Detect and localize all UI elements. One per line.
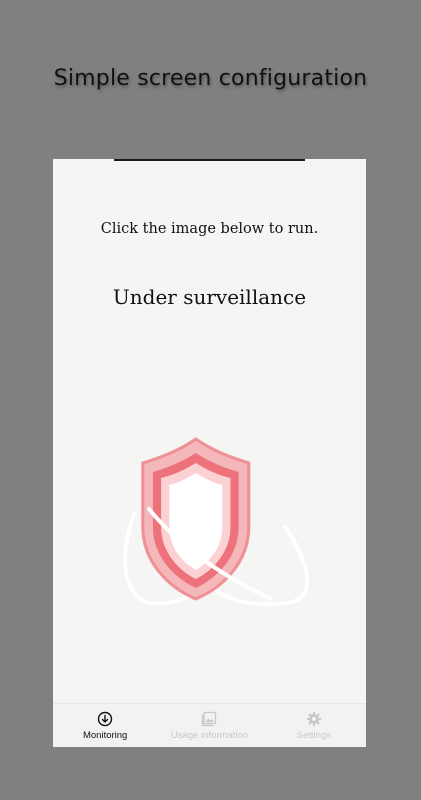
gear-icon [305, 710, 323, 728]
nav-item-usage-information[interactable]: Usage information [157, 704, 261, 747]
nav-label-usage-information: Usage information [170, 730, 249, 741]
nav-label-settings: Settings [296, 730, 331, 741]
app-screen: Click the image below to run. Under surv… [53, 159, 366, 747]
image-icon [200, 710, 218, 728]
download-circle-icon [96, 710, 114, 728]
nav-item-monitoring[interactable]: Monitoring [53, 704, 157, 747]
nav-item-settings[interactable]: Settings [262, 704, 366, 747]
bottom-navigation: Monitoring Usage information Settings [53, 703, 366, 747]
run-shield-button[interactable] [119, 431, 319, 621]
top-bar [114, 159, 305, 161]
shield-icon [123, 437, 310, 607]
status-title: Under surveillance [112, 285, 307, 309]
nav-label-monitoring: Monitoring [82, 730, 128, 741]
headline: Simple screen configuration [53, 66, 368, 91]
instruction-text: Click the image below to run. [100, 221, 319, 237]
